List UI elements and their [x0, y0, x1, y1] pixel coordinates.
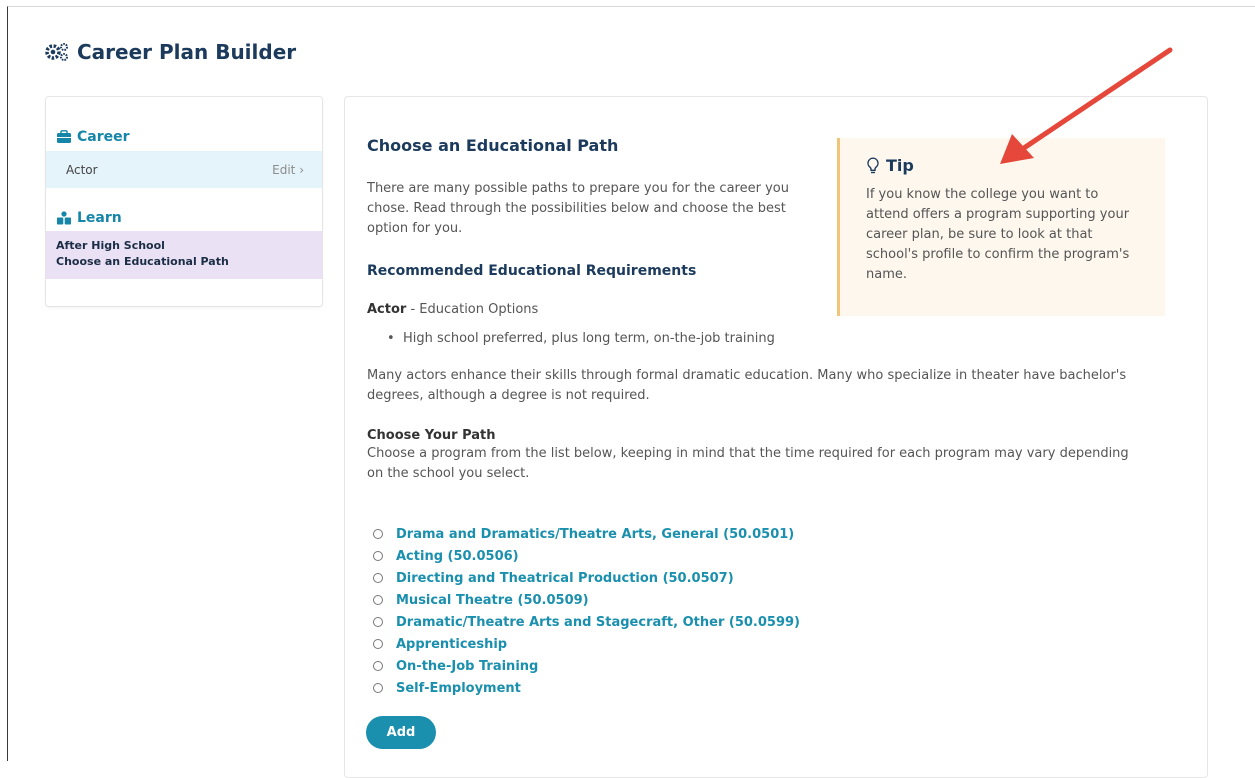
radio-button[interactable] [373, 529, 383, 539]
career-heading-label: Career [77, 129, 130, 145]
requirements-heading: Recommended Educational Requirements [367, 263, 697, 279]
program-option[interactable]: On-the-Job Training [373, 655, 800, 677]
program-option-label[interactable]: Acting (50.0506) [396, 549, 519, 564]
program-option[interactable]: Drama and Dramatics/Theatre Arts, Genera… [373, 523, 800, 545]
page-title-text: Career Plan Builder [77, 40, 297, 64]
radio-button[interactable] [373, 573, 383, 583]
path-heading: Choose Your Path [367, 428, 496, 443]
program-option[interactable]: Directing and Theatrical Production (50.… [373, 567, 800, 589]
sidebar: Career Actor Edit › Learn After High Sch… [45, 96, 323, 307]
program-option[interactable]: Musical Theatre (50.0509) [373, 589, 800, 611]
page-title: Career Plan Builder [45, 40, 296, 64]
tip-body: If you know the college you want to atte… [866, 187, 1130, 282]
learn-item[interactable]: After High School Choose an Educational … [46, 231, 322, 279]
learn-line-1: After High School [56, 239, 165, 252]
education-options-label: - Education Options [406, 302, 539, 317]
program-option-label[interactable]: Musical Theatre (50.0509) [396, 593, 589, 608]
gears-icon [45, 43, 68, 61]
career-item: Actor Edit › [46, 151, 322, 188]
tip-heading-label: Tip [886, 156, 914, 175]
radio-button[interactable] [373, 595, 383, 605]
education-options-line: Actor - Education Options [367, 302, 538, 317]
actor-label: Actor [367, 302, 407, 317]
radio-button[interactable] [373, 639, 383, 649]
learn-line-2: Choose an Educational Path [56, 255, 229, 268]
path-description: Choose a program from the list below, ke… [367, 446, 1129, 481]
learn-heading-label: Learn [77, 210, 122, 226]
program-options: Drama and Dramatics/Theatre Arts, Genera… [373, 523, 800, 699]
briefcase-icon [57, 130, 71, 143]
annotation-arrow-icon [1000, 47, 1173, 164]
learn-heading: Learn [56, 210, 122, 226]
program-option-label[interactable]: Apprenticeship [396, 637, 507, 652]
radio-button[interactable] [373, 551, 383, 561]
career-value: Actor [66, 162, 98, 177]
program-option-label[interactable]: Dramatic/Theatre Arts and Stagecraft, Ot… [396, 615, 800, 630]
lightbulb-icon [867, 156, 879, 173]
add-button[interactable]: Add [366, 716, 436, 749]
program-option[interactable]: Apprenticeship [373, 633, 800, 655]
radio-button[interactable] [373, 617, 383, 627]
program-option[interactable]: Self-Employment [373, 677, 800, 699]
requirement-bullet: • High school preferred, plus long term,… [387, 331, 775, 346]
radio-button[interactable] [373, 661, 383, 671]
program-option-label[interactable]: On-the-Job Training [396, 659, 538, 674]
program-option[interactable]: Acting (50.0506) [373, 545, 800, 567]
career-heading: Career [56, 129, 130, 145]
learn-icon [57, 211, 71, 225]
requirement-text: High school preferred, plus long term, o… [402, 331, 775, 346]
program-option-label[interactable]: Directing and Theatrical Production (50.… [396, 571, 734, 586]
program-option[interactable]: Dramatic/Theatre Arts and Stagecraft, Ot… [373, 611, 800, 633]
section-heading: Choose an Educational Path [367, 136, 619, 155]
intro-text: There are many possible paths to prepare… [367, 181, 789, 236]
program-option-label[interactable]: Drama and Dramatics/Theatre Arts, Genera… [396, 527, 794, 542]
description-paragraph: Many actors enhance their skills through… [367, 368, 1127, 403]
edit-link[interactable]: Edit › [272, 163, 304, 177]
bullet-icon: • [387, 331, 395, 346]
radio-button[interactable] [373, 683, 383, 693]
program-option-label[interactable]: Self-Employment [396, 681, 521, 696]
